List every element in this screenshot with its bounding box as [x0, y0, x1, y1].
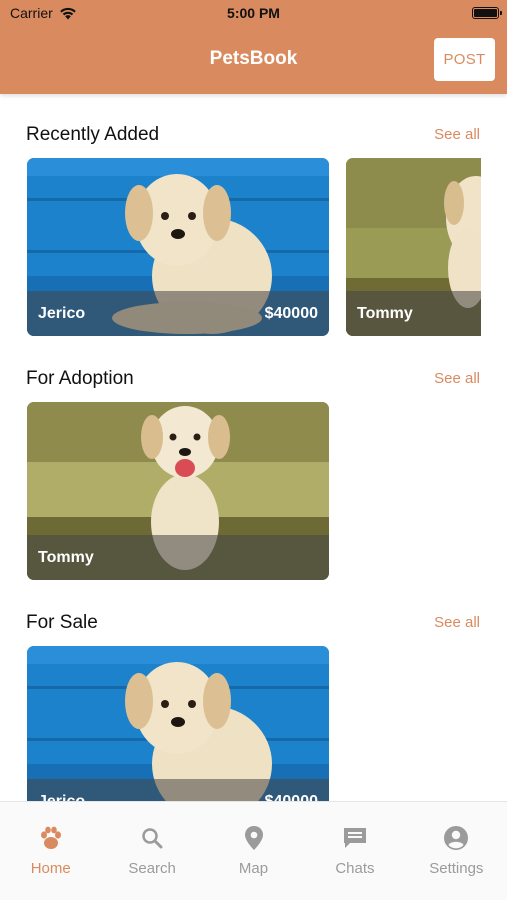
- tab-home[interactable]: Home: [0, 802, 101, 900]
- tab-label: Home: [30, 860, 71, 877]
- pet-price: $40000: [264, 304, 318, 322]
- pet-name: Jerico: [38, 304, 86, 322]
- pet-card-tommy[interactable]: Tommy: [346, 158, 481, 336]
- status-time: 5:00 PM: [227, 5, 280, 21]
- tab-search[interactable]: Search: [101, 802, 202, 900]
- see-all-recently-added[interactable]: See all: [434, 126, 480, 143]
- see-all-for-adoption[interactable]: See all: [434, 370, 480, 387]
- section-title-for-sale: For Sale: [26, 612, 98, 633]
- pet-card-jerico[interactable]: Jerico $40000: [27, 646, 329, 824]
- pet-name: Tommy: [357, 304, 413, 322]
- card-caption: Jerico $40000: [27, 291, 329, 336]
- pet-name: Tommy: [38, 548, 94, 566]
- tab-label: Chats: [335, 860, 375, 877]
- see-all-for-sale[interactable]: See all: [434, 614, 480, 631]
- tab-map[interactable]: Map: [203, 802, 304, 900]
- search-icon: [138, 824, 166, 852]
- pet-card-jerico[interactable]: Jerico $40000: [27, 158, 329, 336]
- account-circle-icon: [442, 824, 470, 852]
- app-title: PetsBook: [209, 48, 298, 69]
- tab-label: Settings: [429, 860, 484, 877]
- tab-bar: Home Search Map Chats Settings: [0, 801, 507, 900]
- header-bar: Carrier 5:00 PM PetsBook POST: [0, 0, 507, 94]
- battery-icon: [472, 7, 502, 19]
- section-title-for-adoption: For Adoption: [26, 368, 134, 389]
- pet-card-tommy[interactable]: Tommy: [27, 402, 329, 580]
- paw-icon: [37, 824, 65, 852]
- status-bar: Carrier 5:00 PM: [0, 0, 507, 26]
- map-pin-icon: [240, 824, 268, 852]
- chat-icon: [341, 824, 369, 852]
- section-title-recently-added: Recently Added: [26, 124, 160, 145]
- card-caption: Tommy: [27, 535, 329, 580]
- card-caption: Tommy: [346, 291, 481, 336]
- tab-label: Map: [238, 860, 269, 877]
- tab-settings[interactable]: Settings: [406, 802, 507, 900]
- tab-chats[interactable]: Chats: [304, 802, 405, 900]
- post-button[interactable]: POST: [434, 38, 495, 81]
- tab-label: Search: [128, 860, 176, 877]
